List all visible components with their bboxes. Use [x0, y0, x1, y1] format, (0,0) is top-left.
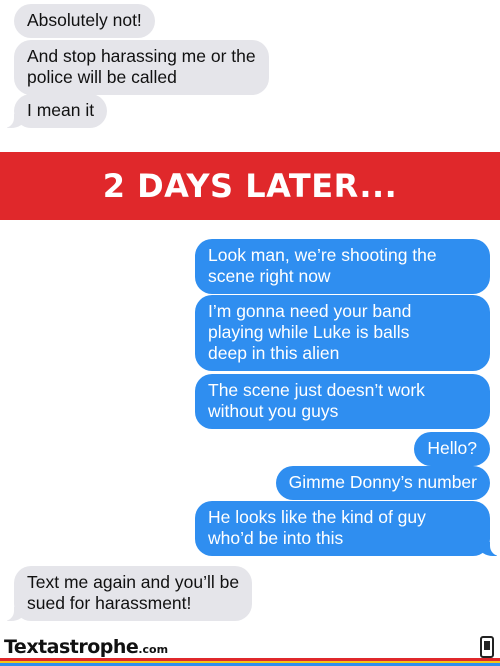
message-bubble-received: And stop harassing me or the police will…	[14, 40, 269, 95]
message-bubble-sent: I’m gonna need your band playing while L…	[195, 295, 490, 371]
footer-stripes	[0, 658, 500, 666]
brand-name: Textastrophe	[4, 636, 139, 658]
footer: Textastrophe.com	[0, 632, 500, 666]
message-bubble-sent: Hello?	[414, 432, 490, 466]
brand-logo: Textastrophe.com	[4, 636, 168, 658]
message-bubble-received: Absolutely not!	[14, 4, 155, 38]
banner-text: 2 DAYS LATER...	[102, 167, 398, 205]
message-bubble-sent: Look man, we’re shooting the scene right…	[195, 239, 490, 294]
message-bubble-sent: Gimme Donny’s number	[275, 466, 490, 500]
message-bubble-received: Text me again and you’ll be sued for har…	[1, 566, 253, 621]
brand-suffix: .com	[138, 643, 169, 656]
phone-icon	[480, 636, 494, 658]
message-bubble-sent: The scene just doesn’t work without you …	[195, 374, 490, 429]
message-bubble-received: I mean it	[1, 94, 108, 128]
message-bubble-sent: He looks like the kind of guy who’d be i…	[195, 501, 500, 556]
time-skip-banner: 2 DAYS LATER...	[0, 152, 500, 220]
